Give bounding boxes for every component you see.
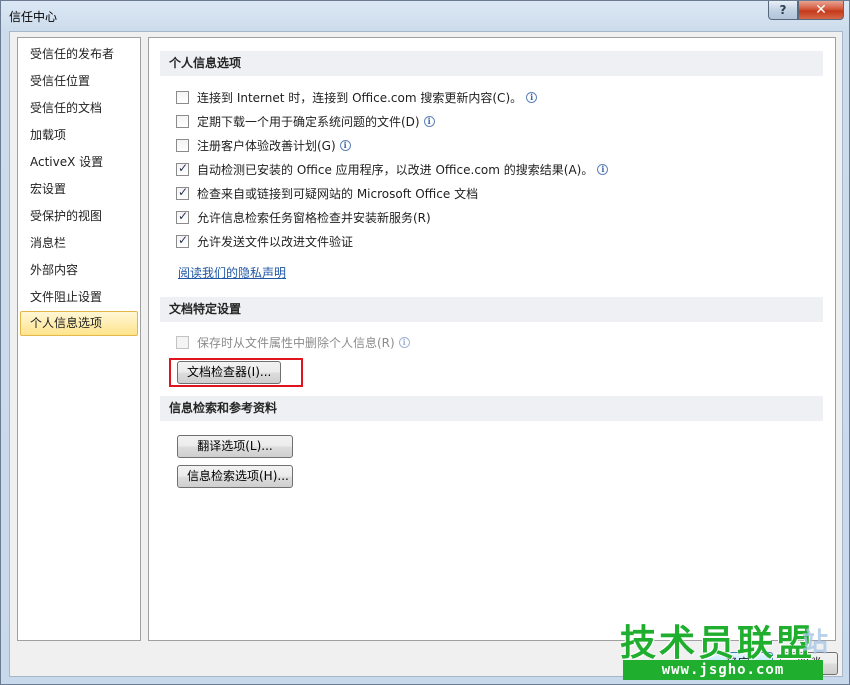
section-header-document-settings: 文档特定设置 <box>160 297 823 322</box>
info-icon: i <box>526 91 538 103</box>
research-options-button[interactable]: 信息检索选项(H)... <box>177 465 293 488</box>
option-label: 连接到 Internet 时，连接到 Office.com 搜索更新内容(C)。 <box>197 90 523 105</box>
option-label: 定期下载一个用于确定系统问题的文件(D) <box>197 114 420 129</box>
sidebar-item-macro-settings[interactable]: 宏设置 <box>30 180 66 198</box>
checkbox <box>176 335 189 349</box>
title-bar[interactable]: 信任中心 ? ✕ <box>1 1 849 31</box>
section-header-research: 信息检索和参考资料 <box>160 396 823 421</box>
option-download-diagnostic-file[interactable]: 定期下载一个用于确定系统问题的文件(D) i <box>176 112 435 130</box>
sidebar: 受信任的发布者 受信任位置 受信任的文档 加载项 ActiveX 设置 宏设置 … <box>17 37 141 641</box>
checkbox[interactable] <box>176 161 189 176</box>
info-icon: i <box>339 139 351 151</box>
checkbox[interactable] <box>176 138 189 152</box>
sidebar-item-trusted-publishers[interactable]: 受信任的发布者 <box>30 45 114 63</box>
ok-button[interactable]: 确定 <box>703 652 773 675</box>
checkbox[interactable] <box>176 114 189 128</box>
window-title: 信任中心 <box>9 10 58 24</box>
option-ceip[interactable]: 注册客户体验改善计划(G) i <box>176 136 351 154</box>
info-icon: i <box>597 163 609 175</box>
sidebar-item-file-block[interactable]: 文件阻止设置 <box>30 288 102 306</box>
sidebar-item-trusted-documents[interactable]: 受信任的文档 <box>30 99 102 117</box>
section-header-personal-info: 个人信息选项 <box>160 51 823 76</box>
option-label: 注册客户体验改善计划(G) <box>197 138 336 153</box>
help-icon: ? <box>779 3 787 17</box>
sidebar-item-trusted-locations[interactable]: 受信任位置 <box>30 72 90 90</box>
sidebar-item-privacy-options[interactable]: 个人信息选项 <box>20 311 138 336</box>
option-check-suspicious-docs[interactable]: 检查来自或链接到可疑网站的 Microsoft Office 文档 <box>176 184 478 202</box>
option-label: 保存时从文件属性中删除个人信息(R) <box>197 335 395 350</box>
settings-panel: 个人信息选项 连接到 Internet 时，连接到 Office.com 搜索更… <box>148 37 836 641</box>
sidebar-item-add-ins[interactable]: 加载项 <box>30 126 66 144</box>
dialog-body: 受信任的发布者 受信任位置 受信任的文档 加载项 ActiveX 设置 宏设置 … <box>9 31 843 677</box>
option-send-files-validation[interactable]: 允许发送文件以改进文件验证 <box>176 232 353 250</box>
info-icon: i <box>398 336 410 348</box>
option-label: 允许信息检索任务窗格检查并安装新服务(R) <box>197 210 431 225</box>
close-button[interactable]: ✕ <box>798 1 844 20</box>
translation-options-button[interactable]: 翻译选项(L)... <box>177 435 293 458</box>
option-research-install-services[interactable]: 允许信息检索任务窗格检查并安装新服务(R) <box>176 208 431 226</box>
option-detect-installed-office[interactable]: 自动检测已安装的 Office 应用程序，以改进 Office.com 的搜索结… <box>176 160 609 178</box>
trust-center-window: 信任中心 ? ✕ 受信任的发布者 受信任位置 受信任的文档 加载项 Active… <box>0 0 850 685</box>
sidebar-item-activex[interactable]: ActiveX 设置 <box>30 153 103 171</box>
sidebar-item-external-content[interactable]: 外部内容 <box>30 261 78 279</box>
checkbox[interactable] <box>176 209 189 224</box>
cancel-button[interactable]: 取消 <box>780 652 838 675</box>
document-inspector-button[interactable]: 文档检查器(I)... <box>177 361 282 384</box>
sidebar-item-message-bar[interactable]: 消息栏 <box>30 234 66 252</box>
checkbox[interactable] <box>176 233 189 248</box>
close-icon: ✕ <box>815 2 827 18</box>
info-icon: i <box>423 115 435 127</box>
option-label: 允许发送文件以改进文件验证 <box>197 234 354 249</box>
option-remove-personal-info: 保存时从文件属性中删除个人信息(R) i <box>176 333 410 351</box>
option-label: 检查来自或链接到可疑网站的 Microsoft Office 文档 <box>197 186 479 201</box>
checkbox[interactable] <box>176 90 189 104</box>
privacy-statement-link[interactable]: 阅读我们的隐私声明 <box>178 264 286 281</box>
checkbox[interactable] <box>176 185 189 200</box>
option-connect-office-com[interactable]: 连接到 Internet 时，连接到 Office.com 搜索更新内容(C)。… <box>176 88 538 106</box>
option-label: 自动检测已安装的 Office 应用程序，以改进 Office.com 的搜索结… <box>197 162 594 177</box>
help-button[interactable]: ? <box>768 1 798 20</box>
sidebar-item-protected-view[interactable]: 受保护的视图 <box>30 207 102 225</box>
